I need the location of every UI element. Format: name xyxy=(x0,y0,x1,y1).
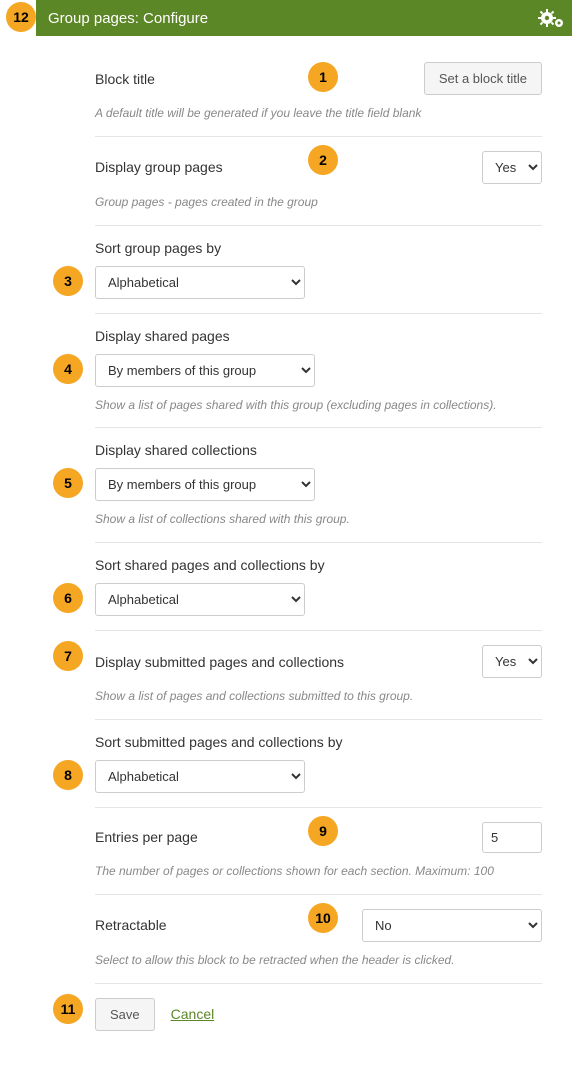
marker-9: 9 xyxy=(308,816,338,846)
field-block-title: 1 Block title Set a block title A defaul… xyxy=(95,56,542,137)
display-group-pages-label: Display group pages xyxy=(95,159,223,175)
form-body: 1 Block title Set a block title A defaul… xyxy=(0,36,572,1081)
field-sort-group-pages: 3 Sort group pages by Alphabetical xyxy=(95,226,542,314)
retractable-label: Retractable xyxy=(95,917,167,933)
block-title-label: Block title xyxy=(95,71,155,87)
display-submitted-select[interactable]: Yes xyxy=(482,645,542,678)
marker-1: 1 xyxy=(308,62,338,92)
block-title-help: A default title will be generated if you… xyxy=(95,105,542,122)
marker-2: 2 xyxy=(308,145,338,175)
display-submitted-label: Display submitted pages and collections xyxy=(95,654,344,670)
set-block-title-button[interactable]: Set a block title xyxy=(424,62,542,95)
save-button[interactable]: Save xyxy=(95,998,155,1031)
display-shared-pages-help: Show a list of pages shared with this gr… xyxy=(95,397,542,414)
entries-per-page-label: Entries per page xyxy=(95,829,198,845)
field-display-shared-collections: 5 Display shared collections By members … xyxy=(95,428,542,543)
sort-shared-select[interactable]: Alphabetical xyxy=(95,583,305,616)
field-sort-submitted: 8 Sort submitted pages and collections b… xyxy=(95,720,542,808)
cancel-link[interactable]: Cancel xyxy=(171,1006,215,1022)
marker-5: 5 xyxy=(53,468,83,498)
retractable-select[interactable]: No xyxy=(362,909,542,942)
marker-10: 10 xyxy=(308,903,338,933)
field-retractable: 10 Retractable No Select to allow this b… xyxy=(95,895,542,984)
sort-shared-label: Sort shared pages and collections by xyxy=(95,557,542,573)
display-shared-collections-help: Show a list of collections shared with t… xyxy=(95,511,542,528)
marker-7: 7 xyxy=(53,641,83,671)
display-shared-pages-label: Display shared pages xyxy=(95,328,542,344)
display-submitted-help: Show a list of pages and collections sub… xyxy=(95,688,542,705)
display-shared-collections-select[interactable]: By members of this group xyxy=(95,468,315,501)
marker-3: 3 xyxy=(53,266,83,296)
display-shared-collections-label: Display shared collections xyxy=(95,442,542,458)
display-shared-pages-select[interactable]: By members of this group xyxy=(95,354,315,387)
retractable-help: Select to allow this block to be retract… xyxy=(95,952,542,969)
marker-8: 8 xyxy=(53,760,83,790)
field-entries-per-page: 9 Entries per page The number of pages o… xyxy=(95,808,542,895)
display-group-pages-select[interactable]: Yes xyxy=(482,151,542,184)
sort-submitted-label: Sort submitted pages and collections by xyxy=(95,734,542,750)
entries-per-page-input[interactable] xyxy=(482,822,542,853)
marker-11: 11 xyxy=(53,994,83,1024)
field-display-shared-pages: 4 Display shared pages By members of thi… xyxy=(95,314,542,429)
field-display-group-pages: 2 Display group pages Yes Group pages - … xyxy=(95,137,542,226)
display-group-pages-help: Group pages - pages created in the group xyxy=(95,194,542,211)
marker-6: 6 xyxy=(53,583,83,613)
gears-icon xyxy=(538,6,564,33)
marker-12: 12 xyxy=(6,2,36,32)
entries-per-page-help: The number of pages or collections shown… xyxy=(95,863,542,880)
dialog-title: Group pages: Configure xyxy=(48,10,572,27)
sort-group-pages-select[interactable]: Alphabetical xyxy=(95,266,305,299)
marker-4: 4 xyxy=(53,354,83,384)
form-actions: 11 Save Cancel xyxy=(95,984,542,1051)
sort-group-pages-label: Sort group pages by xyxy=(95,240,542,256)
field-sort-shared: 6 Sort shared pages and collections by A… xyxy=(95,543,542,631)
field-display-submitted: 7 Display submitted pages and collection… xyxy=(95,631,542,720)
sort-submitted-select[interactable]: Alphabetical xyxy=(95,760,305,793)
dialog-header: × Group pages: Configure xyxy=(0,0,572,36)
